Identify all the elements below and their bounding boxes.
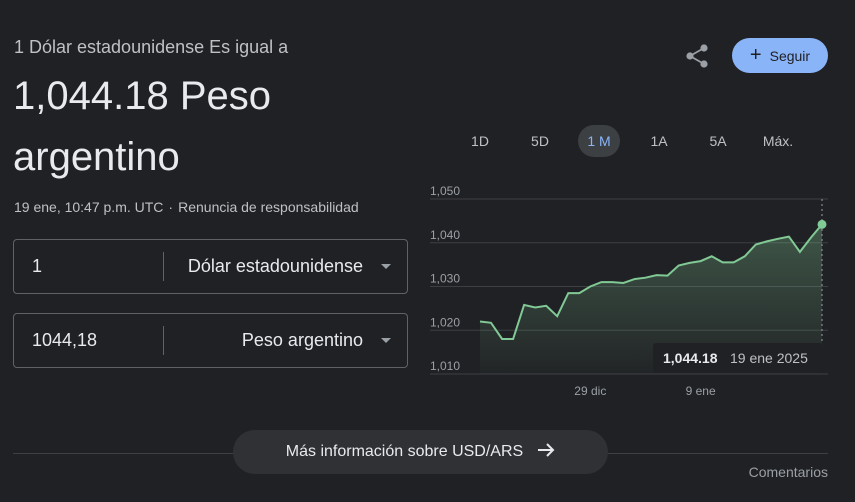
y-tick-label: 1,050 bbox=[430, 185, 460, 198]
disclaimer-link[interactable]: Renuncia de responsabilidad bbox=[178, 199, 359, 215]
chart-tooltip-value: 1,044.18 bbox=[663, 350, 718, 366]
from-currency-field[interactable]: 1 Dólar estadounidense bbox=[13, 239, 408, 294]
tab-1a[interactable]: 1A bbox=[637, 125, 681, 157]
field-divider bbox=[163, 252, 164, 281]
chart-current-point bbox=[817, 219, 827, 229]
dropdown-caret-icon[interactable] bbox=[381, 264, 391, 269]
y-tick-label: 1,020 bbox=[430, 315, 460, 329]
field-divider bbox=[163, 326, 164, 355]
to-amount-input[interactable]: 1044,18 bbox=[32, 330, 97, 351]
plus-icon: + bbox=[749, 43, 762, 66]
follow-button[interactable]: + Seguir bbox=[732, 38, 828, 73]
tab-max[interactable]: Máx. bbox=[754, 125, 802, 157]
tab-1m[interactable]: 1 M bbox=[578, 125, 620, 157]
range-tabs: 1D 5D 1 M 1A 5A Máx. bbox=[458, 125, 828, 157]
to-currency-select[interactable]: Peso argentino bbox=[242, 330, 363, 351]
chart-tooltip-date: 19 ene 2025 bbox=[730, 350, 808, 366]
conversion-result-line2: argentino bbox=[13, 135, 180, 179]
from-amount-input[interactable]: 1 bbox=[32, 256, 42, 277]
x-tick-label: 9 ene bbox=[686, 384, 716, 398]
from-currency-select[interactable]: Dólar estadounidense bbox=[188, 256, 363, 277]
more-info-button[interactable]: Más información sobre USD/ARS bbox=[233, 430, 608, 474]
exchange-rate-chart[interactable]: 1,010 1,020 1,030 1,040 1,050 29 dic 9 ene 1,… bbox=[420, 185, 850, 405]
follow-label: Seguir bbox=[769, 47, 811, 64]
timestamp-row: 19 ene, 10:47 p.m. UTC · Renuncia de respo… bbox=[14, 199, 359, 215]
more-info-label: Más información sobre USD/ARS bbox=[285, 443, 524, 460]
share-icon[interactable] bbox=[683, 42, 711, 70]
tab-5a[interactable]: 5A bbox=[696, 125, 740, 157]
to-currency-field[interactable]: 1044,18 Peso argentino bbox=[13, 313, 408, 368]
y-tick-label: 1,030 bbox=[430, 272, 460, 286]
dropdown-caret-icon[interactable] bbox=[381, 338, 391, 343]
y-tick-label: 1,040 bbox=[430, 228, 460, 242]
separator: · bbox=[168, 199, 174, 215]
tab-1d[interactable]: 1D bbox=[458, 125, 502, 157]
arrow-right-icon bbox=[537, 442, 555, 463]
comments-link[interactable]: Comentarios bbox=[749, 464, 828, 480]
x-tick-label: 29 dic bbox=[574, 384, 606, 398]
conversion-subtitle: 1 Dólar estadounidense Es igual a bbox=[14, 37, 289, 57]
tab-5d[interactable]: 5D bbox=[518, 125, 562, 157]
timestamp: 19 ene, 10:47 p.m. UTC bbox=[14, 199, 164, 215]
conversion-result-line1: 1,044.18 Peso bbox=[13, 74, 271, 118]
y-tick-label: 1,010 bbox=[430, 359, 460, 373]
